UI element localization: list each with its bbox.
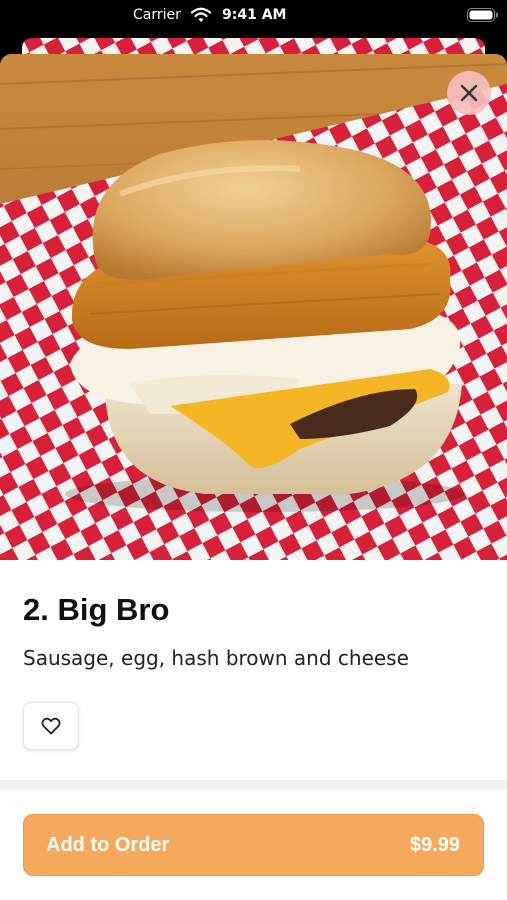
hero-image [0, 54, 507, 560]
add-to-order-label: Add to Order [46, 834, 170, 856]
order-price: $9.99 [409, 834, 460, 856]
favorite-button[interactable] [23, 702, 79, 750]
item-title: 2. Big Bro [23, 592, 170, 627]
carrier-label: Carrier [133, 7, 181, 23]
item-description: Sausage, egg, hash brown and cheese [23, 646, 409, 670]
close-button[interactable] [447, 71, 491, 115]
wifi-icon [191, 7, 211, 22]
battery-icon [467, 8, 498, 22]
status-time: 9:41 AM [222, 7, 287, 23]
section-divider [0, 780, 507, 790]
status-bar: Carrier 9:41 AM [0, 0, 507, 32]
item-detail-sheet: 2. Big Bro Sausage, egg, hash brown and … [0, 54, 507, 900]
add-to-order-button[interactable]: Add to Order $9.99 [23, 814, 484, 876]
heart-icon [41, 717, 61, 735]
close-icon [460, 84, 478, 102]
